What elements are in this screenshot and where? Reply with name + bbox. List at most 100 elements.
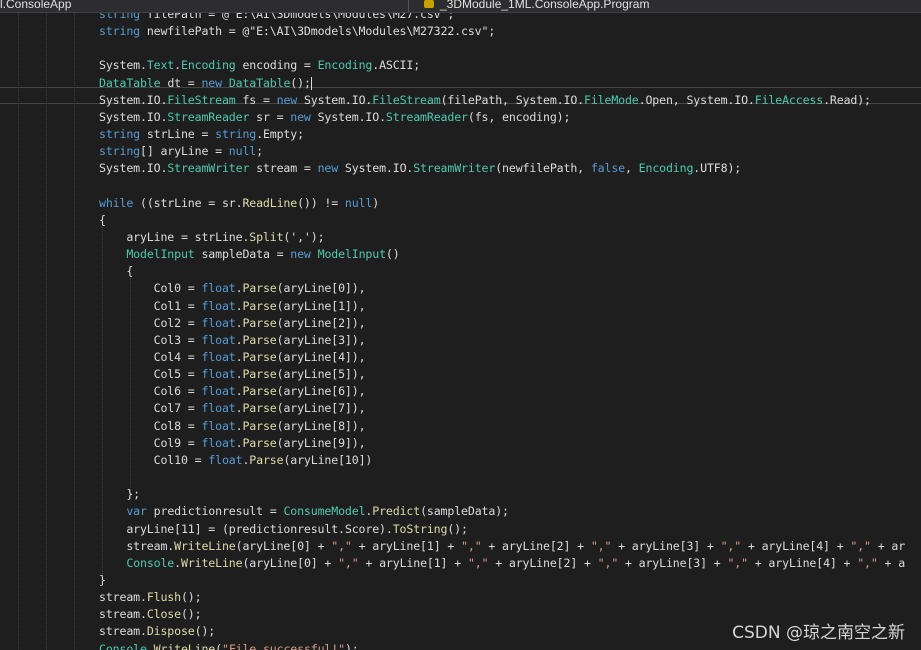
code-line[interactable]: System.Text.Encoding encoding = Encoding… bbox=[99, 57, 420, 74]
code-token: Predict bbox=[372, 504, 421, 519]
code-token: float bbox=[201, 298, 236, 313]
code-token: StreamWriter bbox=[167, 161, 250, 176]
code-line[interactable]: stream.Flush(); bbox=[99, 589, 202, 606]
code-line[interactable]: { bbox=[99, 212, 106, 229]
code-line[interactable]: Col3 = float.Parse(aryLine[3]), bbox=[99, 332, 366, 349]
watermark: CSDN @琼之南空之新 bbox=[732, 623, 905, 643]
code-line[interactable]: ModelInput sampleData = new ModelInput() bbox=[99, 246, 399, 263]
code-token: System.IO. bbox=[99, 161, 168, 176]
code-token: (',' bbox=[283, 229, 311, 244]
code-token: float bbox=[201, 435, 236, 450]
code-token: DataTable bbox=[99, 75, 161, 90]
code-token: Parse bbox=[242, 332, 277, 347]
code-token: Flush bbox=[146, 590, 181, 605]
code-line[interactable]: Col8 = float.Parse(aryLine[8]), bbox=[99, 418, 366, 435]
code-token: System.IO. bbox=[310, 109, 386, 124]
code-token: [] aryLine = bbox=[139, 144, 229, 159]
code-line[interactable]: }; bbox=[99, 486, 140, 503]
code-token: Col3 = bbox=[99, 332, 202, 347]
code-token: "," bbox=[590, 538, 612, 553]
class-dropdown[interactable]: _3DModule_1ML.ConsoleApp.Program bbox=[440, 0, 649, 11]
code-line[interactable]: System.IO.StreamWriter stream = new Syst… bbox=[99, 160, 741, 177]
code-token: ToString bbox=[392, 521, 448, 536]
text-caret bbox=[310, 76, 312, 90]
code-token: + a bbox=[877, 555, 906, 570]
code-token: string bbox=[215, 127, 257, 142]
code-token: aryLine[11] = (predictionresult.Score). bbox=[99, 521, 393, 536]
code-token: float bbox=[201, 350, 236, 364]
code-token: newfilePath = @"E:\AI\3Dmodels\Modules\M… bbox=[139, 24, 496, 39]
code-token: Parse bbox=[249, 452, 284, 467]
code-token: { bbox=[99, 212, 106, 227]
code-editor[interactable]: string filePath = @"E:\AI\3Dmodels\Modul… bbox=[0, 12, 921, 650]
code-line[interactable]: stream.Dispose(); bbox=[99, 623, 215, 640]
code-token: ReadLine bbox=[242, 195, 298, 210]
code-token: stream = bbox=[249, 161, 318, 176]
code-line[interactable]: var predictionresult = ConsumeModel.Pred… bbox=[99, 503, 509, 520]
code-line[interactable]: Col5 = float.Parse(aryLine[5]), bbox=[99, 366, 366, 383]
code-line[interactable]: aryLine[11] = (predictionresult.Score).T… bbox=[99, 521, 468, 538]
code-line[interactable]: DataTable dt = new DataTable(); bbox=[99, 75, 312, 92]
code-line[interactable]: Col4 = float.Parse(aryLine[4]), bbox=[99, 349, 366, 366]
code-token: while bbox=[99, 195, 134, 210]
code-line[interactable]: string newfilePath = @"E:\AI\3Dmodels\Mo… bbox=[99, 23, 495, 40]
code-line[interactable]: Col10 = float.Parse(aryLine[10]) bbox=[99, 452, 373, 469]
code-token: Parse bbox=[242, 384, 277, 399]
code-line[interactable]: Col2 = float.Parse(aryLine[2]), bbox=[99, 315, 366, 332]
code-token: ModelInput bbox=[317, 247, 386, 262]
code-token: Col4 = bbox=[99, 350, 202, 364]
code-token: FileStream bbox=[167, 92, 236, 107]
code-token: StreamWriter bbox=[413, 161, 496, 176]
code-token: { bbox=[99, 264, 134, 279]
code-token: float bbox=[201, 332, 236, 347]
code-line[interactable]: Console.WriteLine(aryLine[0] + "," + ary… bbox=[99, 555, 905, 572]
code-line[interactable]: stream.WriteLine(aryLine[0] + "," + aryL… bbox=[99, 538, 905, 555]
code-token: System.IO. bbox=[99, 92, 168, 107]
code-line[interactable]: Col1 = float.Parse(aryLine[1]), bbox=[99, 298, 366, 315]
code-token: ; bbox=[256, 144, 263, 159]
code-line[interactable]: string filePath = @"E:\AI\3Dmodels\Modul… bbox=[99, 12, 454, 23]
code-token: .ASCII; bbox=[372, 58, 421, 73]
code-token: "," bbox=[857, 555, 878, 570]
code-token: dt = bbox=[160, 75, 202, 90]
project-dropdown[interactable]: l.ConsoleApp bbox=[0, 0, 71, 11]
indent-guide bbox=[74, 12, 75, 650]
code-token: Col9 = bbox=[99, 435, 202, 450]
code-token: + aryLine[3] + bbox=[618, 555, 728, 570]
code-line[interactable]: Col6 = float.Parse(aryLine[6]), bbox=[99, 383, 366, 400]
code-line[interactable]: while ((strLine = sr.ReadLine()) != null… bbox=[99, 195, 379, 212]
code-token: Parse bbox=[242, 350, 277, 364]
code-token: float bbox=[201, 401, 236, 416]
code-token: System.IO. bbox=[99, 109, 168, 124]
code-token: WriteLine bbox=[180, 555, 243, 570]
code-token: "," bbox=[338, 555, 359, 570]
code-token: float bbox=[201, 281, 236, 296]
code-token: Encoding bbox=[317, 58, 373, 73]
code-token: + aryLine[4] + bbox=[747, 555, 858, 570]
code-token: ModelInput bbox=[126, 247, 195, 262]
code-line[interactable]: Console.WriteLine("File successful!"); bbox=[99, 641, 359, 650]
code-token: Col10 = bbox=[99, 452, 209, 467]
navigation-bar: l.ConsoleApp _3DModule_1ML.ConsoleApp.Pr… bbox=[0, 0, 921, 13]
indent-guide bbox=[46, 12, 47, 650]
code-token: .Read); bbox=[823, 92, 871, 107]
code-line[interactable]: Col9 = float.Parse(aryLine[9]), bbox=[99, 435, 366, 452]
code-line[interactable]: stream.Close(); bbox=[99, 606, 202, 623]
code-token: (aryLine[3]), bbox=[276, 332, 366, 347]
code-line[interactable]: Col0 = float.Parse(aryLine[0]), bbox=[99, 280, 366, 297]
code-line[interactable]: Col7 = float.Parse(aryLine[7]), bbox=[99, 400, 366, 417]
code-line[interactable]: aryLine = strLine.Split(','); bbox=[99, 229, 324, 246]
code-token: (aryLine[2]), bbox=[276, 315, 366, 330]
code-line[interactable]: System.IO.StreamReader sr = new System.I… bbox=[99, 109, 570, 126]
code-token: float bbox=[201, 315, 236, 330]
code-line[interactable]: { bbox=[99, 263, 133, 280]
code-line[interactable]: string strLine = string.Empty; bbox=[99, 126, 304, 143]
code-line[interactable]: } bbox=[99, 572, 106, 589]
code-token: "File successful!" bbox=[221, 641, 345, 650]
code-line[interactable]: System.IO.FileStream fs = new System.IO.… bbox=[99, 92, 871, 109]
code-token: (); bbox=[180, 590, 202, 605]
code-line[interactable]: string[] aryLine = null; bbox=[99, 143, 263, 160]
code-token: stream. bbox=[99, 624, 147, 639]
